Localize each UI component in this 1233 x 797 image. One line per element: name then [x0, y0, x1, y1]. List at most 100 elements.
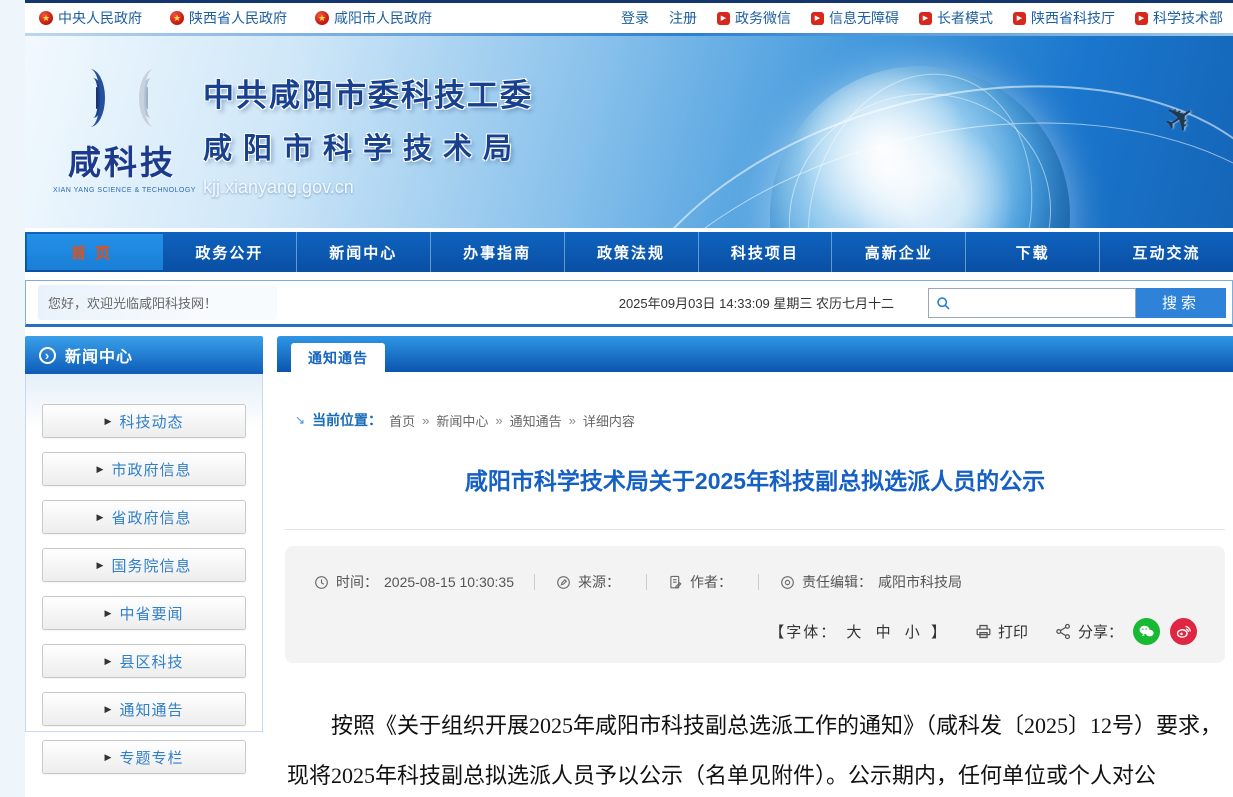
- clock-icon: [313, 574, 330, 591]
- sidebar-header-news-center[interactable]: › 新闻中心: [25, 336, 263, 374]
- triangle-icon: ▶: [105, 656, 112, 667]
- meta-time: 时间： 2025-08-15 10:30:35: [313, 572, 514, 592]
- link-elder-mode[interactable]: ▶ 长者模式: [919, 8, 993, 28]
- sidebar-item-county-sci[interactable]: ▶ 县区科技: [42, 644, 246, 678]
- tab-notices[interactable]: 通知通告: [291, 343, 385, 372]
- red-arrow-icon: ▶: [811, 12, 824, 25]
- page: ★ 中央人民政府 ★ 陕西省人民政府 ★ 咸阳市人民政府 登录 注册 ▶ 政务微…: [25, 0, 1233, 797]
- search-button[interactable]: 搜索: [1136, 288, 1226, 318]
- breadcrumb: ↘ 当前位置： 首页 » 新闻中心 » 通知通告 » 详细内容: [295, 410, 1233, 430]
- meta-row: 时间： 2025-08-15 10:30:35 来源：: [313, 572, 1197, 592]
- national-emblem-icon: ★: [170, 11, 184, 25]
- site-banner: ✈ 咸科技 XIAN YANG SCIENCE & TECHNOLOGY 中共咸…: [25, 36, 1233, 228]
- triangle-icon: ▶: [105, 416, 112, 427]
- red-arrow-icon: ▶: [717, 12, 730, 25]
- login-link[interactable]: 登录: [621, 8, 649, 28]
- sidebar-panel: ▶ 科技动态 ▶ 市政府信息 ▶ 省政府信息 ▶ 国务院信息 ▶ 中省要闻: [25, 374, 263, 732]
- breadcrumb-news-center[interactable]: 新闻中心: [436, 411, 488, 430]
- org-title-line2: 咸阳市科学技术局: [203, 125, 533, 167]
- breadcrumb-home[interactable]: 首页: [389, 411, 415, 430]
- sidebar-item-notices[interactable]: ▶ 通知通告: [42, 692, 246, 726]
- nav-item-sci-projects[interactable]: 科技项目: [698, 232, 832, 272]
- sidebar-item-city-gov-info[interactable]: ▶ 市政府信息: [42, 452, 246, 486]
- link-central-gov[interactable]: ★ 中央人民政府: [39, 8, 142, 28]
- search-box: 搜索: [928, 288, 1226, 318]
- triangle-icon: ▶: [105, 704, 112, 715]
- sidebar-title: 新闻中心: [65, 343, 133, 367]
- triangle-icon: ▶: [105, 608, 112, 619]
- content-header-bar: 通知通告: [277, 336, 1233, 372]
- link-xianyang-gov[interactable]: ★ 咸阳市人民政府: [315, 8, 432, 28]
- site-url: kjj.xianyang.gov.cn: [203, 177, 533, 198]
- red-arrow-icon: ▶: [1013, 12, 1026, 25]
- gov-link-label: 中央人民政府: [58, 8, 142, 28]
- red-arrow-icon: ▶: [919, 12, 932, 25]
- nav-item-gov-affairs[interactable]: 政务公开: [163, 232, 296, 272]
- gov-links: ★ 中央人民政府 ★ 陕西省人民政府 ★ 咸阳市人民政府: [39, 8, 432, 28]
- print-button[interactable]: 打印: [974, 621, 1028, 642]
- article-tools: 【字体： 大 中 小 】 打印: [313, 618, 1197, 645]
- nav-item-service-guide[interactable]: 办事指南: [430, 232, 564, 272]
- arrow-circle-icon: ›: [39, 347, 56, 364]
- font-size-small[interactable]: 小: [905, 624, 922, 641]
- wechat-share-button[interactable]: [1133, 618, 1160, 645]
- nav-item-policies[interactable]: 政策法规: [564, 232, 698, 272]
- weibo-share-button[interactable]: [1170, 618, 1197, 645]
- content-area: 通知通告 ↘ 当前位置： 首页 » 新闻中心 » 通知通告 » 详细内容 咸阳市…: [277, 336, 1233, 789]
- share-label: 分享：: [1054, 621, 1123, 642]
- breadcrumb-label: 当前位置：: [312, 410, 382, 430]
- nav-item-home[interactable]: 首页: [27, 234, 163, 270]
- article-title: 咸阳市科学技术局关于2025年科技副总拟选派人员的公示: [277, 462, 1233, 496]
- national-emblem-icon: ★: [315, 11, 329, 25]
- search-icon: [935, 295, 951, 311]
- logo-subtext: XIAN YANG SCIENCE & TECHNOLOGY: [53, 187, 191, 194]
- font-size-control: 【字体： 大 中 小 】: [769, 621, 948, 642]
- site-logo[interactable]: 咸科技 XIAN YANG SCIENCE & TECHNOLOGY: [53, 64, 191, 194]
- register-link[interactable]: 注册: [669, 8, 697, 28]
- sidebar-item-special-columns[interactable]: ▶ 专题专栏: [42, 740, 246, 774]
- national-emblem-icon: ★: [39, 11, 53, 25]
- nav-item-interaction[interactable]: 互动交流: [1099, 232, 1233, 272]
- sidebar-item-key-news[interactable]: ▶ 中省要闻: [42, 596, 246, 630]
- nav-item-hightech-enterprise[interactable]: 高新企业: [831, 232, 965, 272]
- soundwave-logo-icon: [53, 64, 191, 132]
- wechat-icon: [1137, 622, 1156, 641]
- breadcrumb-detail: 详细内容: [583, 411, 635, 430]
- link-shaanxi-sci-dept[interactable]: ▶ 陕西省科技厅: [1013, 8, 1115, 28]
- utility-links: 登录 注册 ▶ 政务微信 ▶ 信息无障碍 ▶ 长者模式 ▶ 陕西省科技厅 ▶ 科…: [621, 8, 1223, 28]
- triangle-icon: ▶: [97, 512, 104, 523]
- sidebar-item-state-council-info[interactable]: ▶ 国务院信息: [42, 548, 246, 582]
- search-input[interactable]: [951, 290, 1135, 316]
- article-meta-box: 时间： 2025-08-15 10:30:35 来源：: [285, 546, 1225, 663]
- link-accessibility[interactable]: ▶ 信息无障碍: [811, 8, 899, 28]
- font-size-large[interactable]: 大: [846, 624, 863, 641]
- breadcrumb-notices[interactable]: 通知通告: [510, 411, 562, 430]
- link-shaanxi-gov[interactable]: ★ 陕西省人民政府: [170, 8, 287, 28]
- org-title-line1: 中共咸阳市委科技工委: [203, 70, 533, 115]
- gov-link-label: 咸阳市人民政府: [334, 8, 432, 28]
- welcome-text: 您好，欢迎光临咸阳科技网！: [38, 285, 277, 320]
- eye-circle-icon: [779, 574, 796, 591]
- gov-link-label: 陕西省人民政府: [189, 8, 287, 28]
- breadcrumb-arrow-icon: ↘: [295, 413, 305, 427]
- article-body: 按照《关于组织开展2025年咸阳市科技副总选派工作的通知》（咸科发〔2025〕1…: [287, 701, 1223, 789]
- meta-editor-value: 咸阳市科技局: [878, 572, 962, 592]
- sidebar: › 新闻中心 ▶ 科技动态 ▶ 市政府信息 ▶ 省政府信息 ▶ 国务院: [25, 336, 263, 789]
- font-size-medium[interactable]: 中: [876, 624, 893, 641]
- weibo-icon: [1174, 622, 1193, 641]
- datetime-text: 2025年09月03日 14:33:09 星期三 农历七月十二: [619, 293, 894, 312]
- meta-editor: 责任编辑： 咸阳市科技局: [779, 572, 962, 592]
- link-most[interactable]: ▶ 科学技术部: [1135, 8, 1223, 28]
- main-area: › 新闻中心 ▶ 科技动态 ▶ 市政府信息 ▶ 省政府信息 ▶ 国务院: [25, 327, 1233, 789]
- triangle-icon: ▶: [97, 560, 104, 571]
- nav-item-downloads[interactable]: 下载: [965, 232, 1099, 272]
- triangle-icon: ▶: [105, 752, 112, 763]
- title-divider: [285, 529, 1225, 530]
- sidebar-item-sci-news[interactable]: ▶ 科技动态: [42, 404, 246, 438]
- triangle-icon: ▶: [97, 464, 104, 475]
- site-titles: 中共咸阳市委科技工委 咸阳市科学技术局 kjj.xianyang.gov.cn: [203, 70, 533, 198]
- sidebar-item-province-gov-info[interactable]: ▶ 省政府信息: [42, 500, 246, 534]
- printer-icon: [974, 622, 993, 641]
- nav-item-news-center[interactable]: 新闻中心: [296, 232, 430, 272]
- link-gov-wechat[interactable]: ▶ 政务微信: [717, 8, 791, 28]
